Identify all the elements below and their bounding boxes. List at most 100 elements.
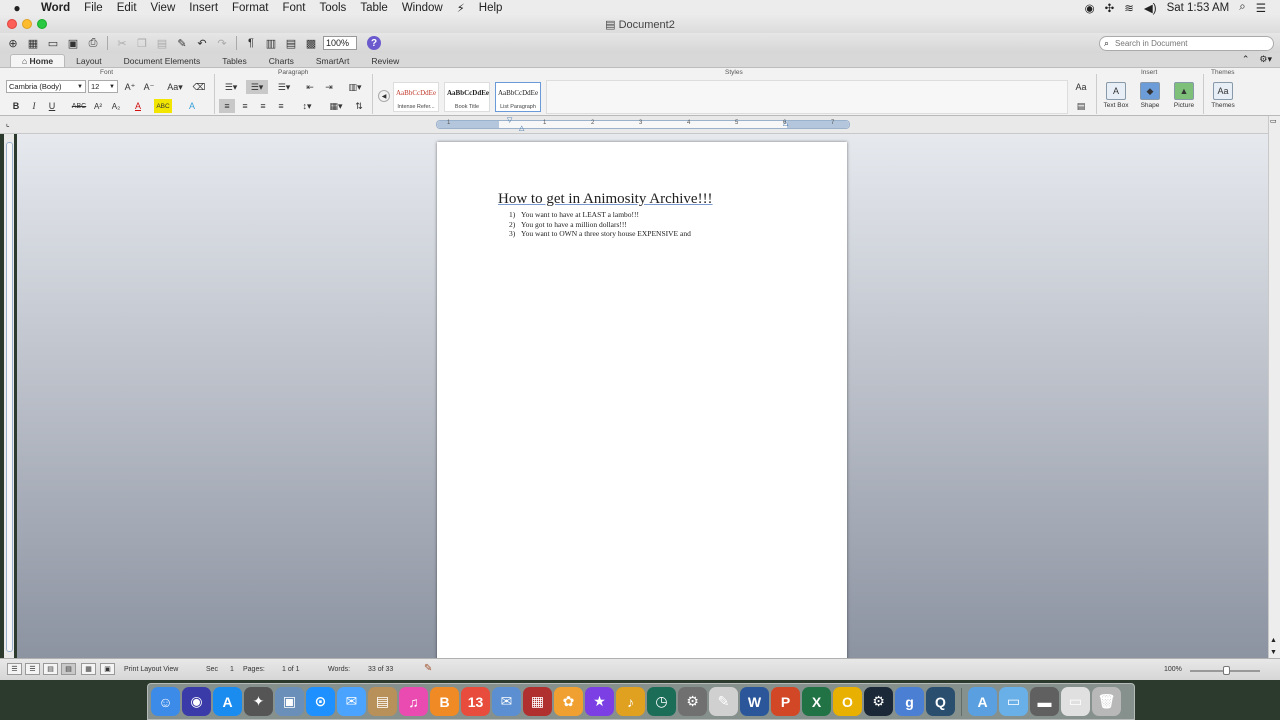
record-icon[interactable]: ◉ [1085,1,1095,15]
borders-button[interactable]: ▦▾ [325,99,347,113]
highlight-button[interactable]: ABC [154,99,172,113]
finder-icon[interactable]: ☺ [151,687,180,716]
apple-menu-icon[interactable]: ● [0,1,34,15]
scroll-up-icon[interactable]: ▲ [1270,637,1277,644]
themes-button[interactable]: Aa Themes [1207,82,1239,109]
strikethrough-button[interactable]: ABC [69,99,89,113]
preview-icon[interactable]: ▣ [275,687,304,716]
print-icon[interactable]: ⎙ [85,35,101,51]
outline-view-button[interactable]: ☰ [25,663,40,675]
photo-booth-icon[interactable]: ▦ [523,687,552,716]
menu-tools[interactable]: Tools [312,2,353,14]
font-color-button[interactable]: A [130,99,146,113]
launchpad-icon[interactable]: ✦ [244,687,273,716]
styles-pane-icon[interactable]: Aa [1072,80,1090,94]
menu-edit[interactable]: Edit [110,2,144,14]
font-size-select[interactable]: 12 ▼ [88,80,118,93]
align-right-button[interactable]: ≡ [255,99,271,113]
horizontal-ruler[interactable]: 1 1 2 3 4 5 6 7 ▽ △ △ [436,117,850,132]
line-spacing-button[interactable]: ↕▾ [296,99,318,113]
text-effects-button[interactable]: A [184,99,200,113]
increase-indent-icon[interactable]: ⇥ [321,80,337,94]
align-left-button[interactable]: ≡ [219,99,235,113]
word-icon[interactable]: W [740,687,769,716]
list-item[interactable]: 3) You want to OWN a three story house EX… [509,229,691,239]
focus-view-button[interactable]: ▣ [100,663,115,675]
siri-icon[interactable]: ◉ [182,687,211,716]
publishing-layout-button[interactable]: ▤ [43,663,58,675]
numbering-button[interactable]: ☰▾ [246,80,268,94]
list-item[interactable]: 2) You got to have a million dollars!!! [509,220,691,230]
new-document-icon[interactable]: ⊕ [5,35,21,51]
picture-button[interactable]: ▲ Picture [1168,82,1200,109]
tab-review[interactable]: Review [360,54,410,67]
superscript-button[interactable]: A² [90,99,106,113]
copy-icon[interactable]: ❐ [134,35,150,51]
g-app-icon[interactable]: g [895,687,924,716]
scroll-down-icon[interactable]: ▼ [1270,649,1277,656]
multilevel-list-button[interactable]: ☰▾ [273,80,295,94]
zoom-slider-knob[interactable] [1223,666,1230,675]
tab-charts[interactable]: Charts [258,54,305,67]
style-list-paragraph[interactable]: AaBbCcDdEe List Paragraph [495,82,541,112]
change-case-icon[interactable]: Aa▾ [164,80,186,94]
draft-view-button[interactable]: ☰ [7,663,22,675]
show-formatting-icon[interactable]: ¶ [243,35,259,51]
navigation-pane-icon[interactable]: ▤ [283,35,299,51]
grow-font-icon[interactable]: A⁺ [122,80,138,94]
search-input[interactable] [1115,39,1266,48]
mail-icon[interactable]: ✉ [492,687,521,716]
sidebar-icon[interactable]: ▥ [263,35,279,51]
templates-icon[interactable]: ▦ [25,35,41,51]
cut-icon[interactable]: ✂ [114,35,130,51]
shrink-font-icon[interactable]: A⁻ [141,80,157,94]
sort-icon[interactable]: ⇅ [351,99,367,113]
first-line-indent-icon[interactable]: ▽ [507,116,512,124]
system-preferences-icon[interactable]: ⚙ [678,687,707,716]
undo-icon[interactable]: ↶ [194,35,210,51]
paste-icon[interactable]: ▤ [154,35,170,51]
ribbon-settings-icon[interactable]: ⚙▾ [1259,54,1272,65]
vertical-ruler[interactable] [4,134,14,658]
media-browser-icon[interactable]: ▩ [303,35,319,51]
time-machine-icon[interactable]: ◷ [647,687,676,716]
safari-icon[interactable]: ⊙ [306,687,335,716]
messages-icon[interactable]: ✉ [337,687,366,716]
steam-icon[interactable]: ⚙ [864,687,893,716]
itunes-icon[interactable]: ♫ [399,687,428,716]
document-page[interactable]: How to get in Animosity Archive!!! 1) You… [437,142,847,658]
tab-layout[interactable]: Layout [65,54,113,67]
imovie-icon[interactable]: ★ [585,687,614,716]
outlook-icon[interactable]: O [833,687,862,716]
tab-tables[interactable]: Tables [211,54,258,67]
bold-button[interactable]: B [8,99,24,113]
app-store-icon[interactable]: A [213,687,242,716]
styles-scroll-left-icon[interactable]: ◀ [378,90,390,102]
search-box[interactable]: ⌕ [1099,36,1274,51]
powerpoint-icon[interactable]: P [771,687,800,716]
split-view-icon[interactable]: ▭ [1270,117,1277,125]
notification-center-icon[interactable]: ☰ [1256,1,1266,15]
menu-format[interactable]: Format [225,2,275,14]
text-box-button[interactable]: A Text Box [1100,82,1132,109]
zoom-select[interactable]: 100% [323,36,357,50]
document-heading[interactable]: How to get in Animosity Archive!!! [498,191,713,208]
tab-home[interactable]: ⌂ Home [10,54,66,67]
open-icon[interactable]: ▭ [45,35,61,51]
menu-window[interactable]: Window [395,2,450,14]
align-center-button[interactable]: ≡ [237,99,253,113]
font-name-select[interactable]: Cambria (Body) ▼ [6,80,86,93]
save-icon[interactable]: ▣ [65,35,81,51]
underline-button[interactable]: U [44,99,60,113]
format-painter-icon[interactable]: ✎ [174,35,190,51]
textedit-icon[interactable]: ✎ [709,687,738,716]
menu-font[interactable]: Font [275,2,312,14]
menu-view[interactable]: View [144,2,183,14]
ibooks-icon[interactable]: B [430,687,459,716]
columns-button[interactable]: ▥▾ [344,80,366,94]
garageband-icon[interactable]: ♪ [616,687,645,716]
italic-button[interactable]: I [26,99,42,113]
applications-folder-icon[interactable]: A [968,687,997,716]
bullets-button[interactable]: ☰▾ [220,80,242,94]
shape-button[interactable]: ◆ Shape [1134,82,1166,109]
